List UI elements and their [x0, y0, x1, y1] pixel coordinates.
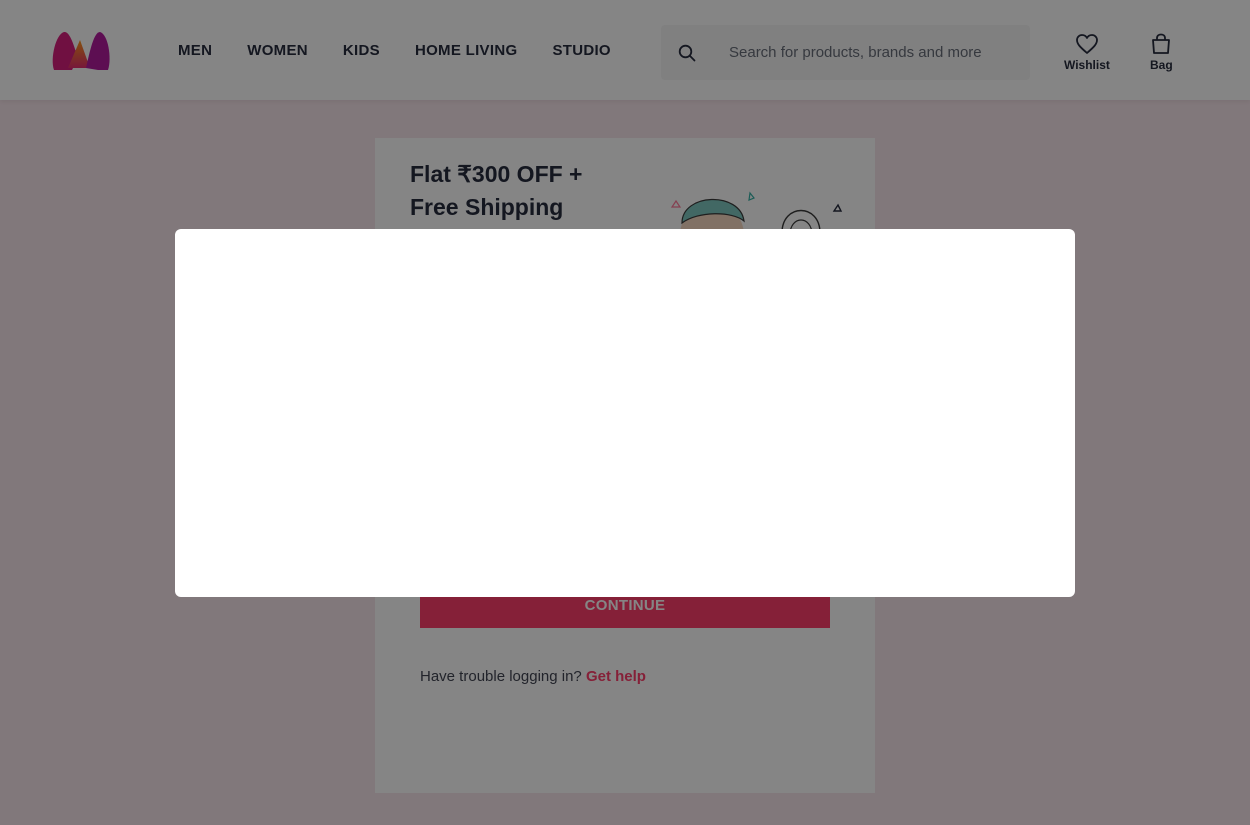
- modal-dialog: [175, 229, 1075, 597]
